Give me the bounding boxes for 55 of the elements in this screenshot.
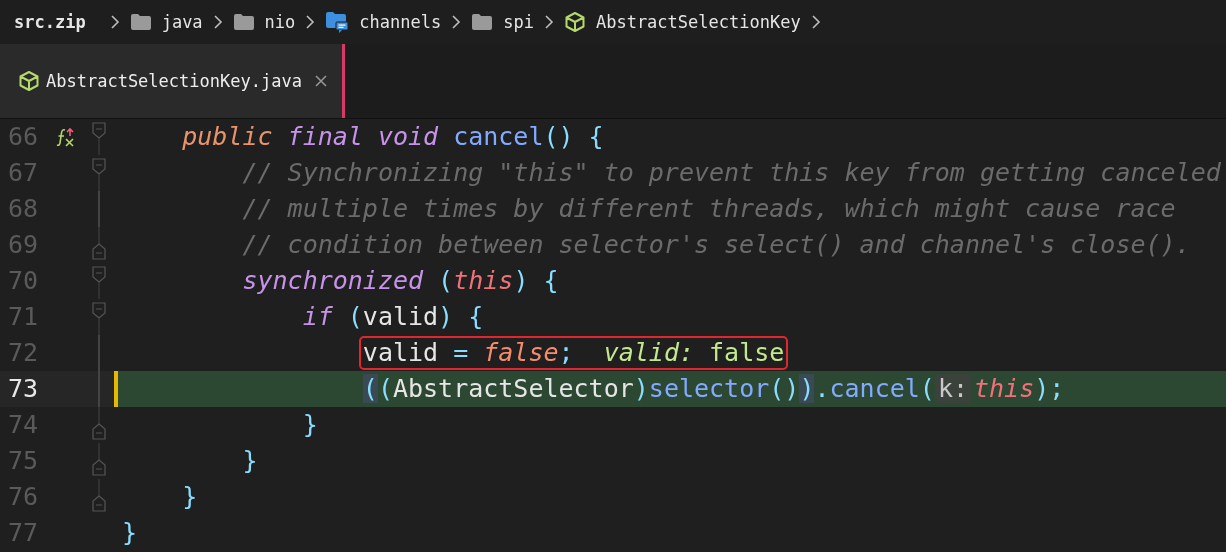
fold-marker-icon[interactable] bbox=[89, 263, 109, 299]
line-number: 77 bbox=[7, 517, 40, 549]
line-number: 66 bbox=[7, 121, 40, 153]
fold-marker-icon[interactable] bbox=[89, 119, 109, 155]
line-number: 70 bbox=[7, 265, 40, 297]
fold-marker-icon[interactable] bbox=[89, 443, 109, 479]
folder-icon bbox=[325, 11, 350, 33]
fold-marker-icon[interactable] bbox=[89, 407, 109, 443]
code-line: // multiple times by different threads, which might cause race bbox=[241, 193, 1177, 225]
fold-marker-icon[interactable] bbox=[89, 299, 109, 335]
breadcrumb-item[interactable]: java bbox=[161, 12, 203, 32]
breadcrumb-item[interactable]: nio bbox=[264, 12, 296, 32]
breadcrumb-item[interactable]: channels bbox=[359, 12, 442, 32]
breadcrumb-item[interactable]: src.zip bbox=[14, 12, 86, 32]
line-number: 73 bbox=[7, 373, 40, 405]
folder-icon bbox=[129, 13, 152, 31]
chevron-right-icon bbox=[109, 14, 120, 30]
line-number: 68 bbox=[7, 193, 40, 225]
cube-icon bbox=[563, 11, 586, 33]
chevron-right-icon bbox=[305, 14, 316, 30]
close-icon[interactable] bbox=[313, 74, 328, 88]
cube-icon bbox=[18, 70, 40, 92]
fold-marker-icon[interactable] bbox=[89, 155, 109, 191]
line-number: 67 bbox=[7, 157, 40, 189]
chevron-right-icon bbox=[212, 14, 223, 30]
fold-marker-icon[interactable] bbox=[89, 479, 109, 515]
code-line: public final void cancel() { bbox=[181, 121, 605, 153]
code-line: } bbox=[301, 409, 319, 441]
chevron-right-icon bbox=[810, 14, 821, 30]
code-line: // Synchronizing "this" to prevent this key from getting canceled bbox=[241, 157, 1222, 189]
code-line: } bbox=[121, 517, 139, 549]
fold-marker-icon[interactable] bbox=[89, 227, 109, 263]
code-line: if (valid) { bbox=[301, 301, 485, 333]
change-marker bbox=[114, 371, 118, 407]
highlight-box: valid = false; valid: false bbox=[358, 336, 789, 370]
code-line: synchronized (this) { bbox=[241, 265, 560, 297]
method-override-icon[interactable] bbox=[56, 127, 76, 147]
code-line: ((AbstractSelector)selector()).cancel(k: this); bbox=[361, 373, 1066, 405]
chevron-right-icon bbox=[543, 14, 554, 30]
folder-icon bbox=[471, 13, 494, 31]
breadcrumb-item[interactable]: spi bbox=[503, 12, 534, 32]
line-number: 72 bbox=[7, 337, 40, 369]
line-number: 74 bbox=[7, 409, 40, 441]
line-number: 69 bbox=[7, 229, 40, 261]
line-number: 75 bbox=[7, 445, 40, 477]
chevron-right-icon bbox=[451, 14, 462, 30]
editor-tab[interactable]: AbstractSelectionKey.java bbox=[0, 44, 345, 118]
breadcrumb-item[interactable]: AbstractSelectionKey bbox=[595, 12, 801, 32]
line-number: 71 bbox=[7, 301, 40, 333]
code-line: // condition between selector's select() and channel's close(). bbox=[241, 229, 1192, 261]
fold-guide-line bbox=[98, 191, 100, 227]
line-number: 76 bbox=[7, 481, 40, 513]
folder-icon bbox=[232, 13, 255, 31]
code-line: } bbox=[181, 481, 199, 513]
code-line: } bbox=[241, 445, 259, 477]
